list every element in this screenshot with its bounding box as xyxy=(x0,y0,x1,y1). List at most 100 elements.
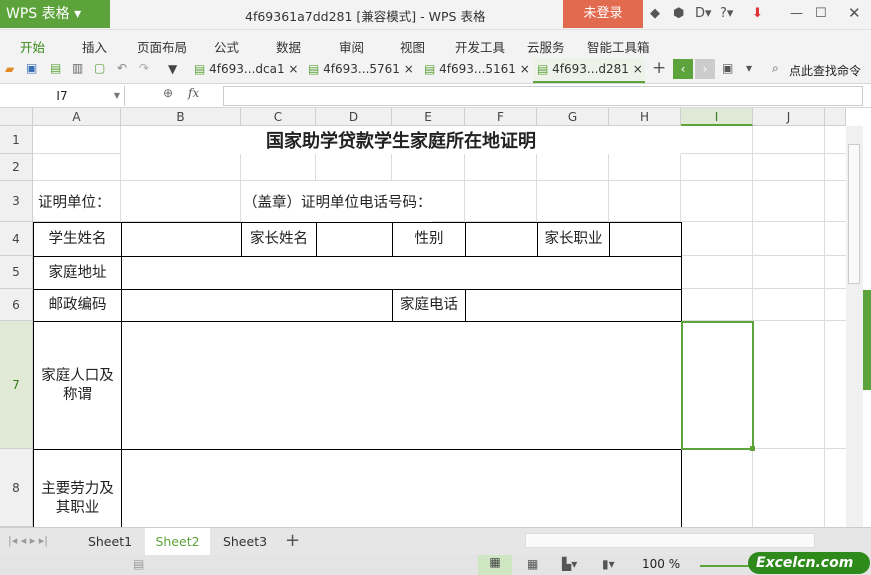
menu-data[interactable]: 数据 xyxy=(276,37,301,56)
col-header-h[interactable]: H xyxy=(609,108,681,126)
cell-home-phone-label[interactable]: 家庭电话 xyxy=(392,289,466,322)
zoom-level[interactable]: 100 % xyxy=(642,557,680,571)
cell-parent-name[interactable] xyxy=(316,222,393,257)
vertical-scrollbar[interactable] xyxy=(846,126,863,527)
download-icon[interactable]: ⬇ xyxy=(752,6,763,21)
row-header-6[interactable]: 6 xyxy=(0,289,33,321)
login-button[interactable]: 未登录 xyxy=(563,0,643,28)
page-layout-icon[interactable]: ▙▾ xyxy=(562,557,577,571)
present-icon[interactable]: ▣ xyxy=(722,61,733,75)
cell-postcode[interactable] xyxy=(121,289,393,322)
menu-cloud[interactable]: 云服务 xyxy=(527,37,565,56)
formula-input[interactable] xyxy=(223,86,863,106)
save-icon[interactable]: ▣ xyxy=(26,61,37,75)
sheet-tab-1[interactable]: Sheet1 xyxy=(80,528,140,555)
cell-parent-name-label[interactable]: 家长姓名 xyxy=(241,222,317,257)
sheet-title[interactable]: 国家助学贷款学生家庭所在地证明 xyxy=(121,126,681,154)
col-header-g[interactable]: G xyxy=(537,108,609,126)
cell-family-label[interactable]: 家庭人口及称谓 xyxy=(33,321,122,450)
doc-tab[interactable]: ▤ 4f693...dca1 × xyxy=(190,58,300,83)
share-icon[interactable]: D▾ xyxy=(695,6,712,21)
col-header-i[interactable]: I xyxy=(681,108,753,126)
doc-tab[interactable]: ▤ 4f693...5761 × xyxy=(304,58,418,83)
cell-gender-label[interactable]: 性别 xyxy=(392,222,466,257)
col-header-b[interactable]: B xyxy=(121,108,241,126)
col-header-f[interactable]: F xyxy=(465,108,537,126)
cell-family[interactable] xyxy=(121,321,682,450)
skin-icon[interactable]: ◆ xyxy=(650,6,660,21)
row-header-1[interactable]: 1 xyxy=(0,126,33,154)
cell-home-phone[interactable] xyxy=(465,289,682,322)
pin-icon[interactable]: ▾ xyxy=(746,61,752,75)
row-header-4[interactable]: 4 xyxy=(0,222,33,256)
row-header-7[interactable]: 7 xyxy=(0,321,33,449)
scroll-thumb[interactable] xyxy=(848,144,860,284)
col-header-a[interactable]: A xyxy=(33,108,121,126)
col-header-e[interactable]: E xyxy=(392,108,465,126)
menu-page-layout[interactable]: 页面布局 xyxy=(137,37,187,56)
zoom-formula-icon[interactable]: ⊕ xyxy=(163,86,173,100)
selected-cell-i7[interactable] xyxy=(681,321,754,450)
horizontal-scrollbar[interactable] xyxy=(525,533,815,548)
cell-a3[interactable]: 证明单位： xyxy=(38,181,111,222)
cell-c3[interactable]: （盖章）证明单位电话号码： xyxy=(243,181,432,222)
cell-parent-job-label[interactable]: 家长职业 xyxy=(537,222,610,257)
add-sheet-icon[interactable]: + xyxy=(285,530,300,551)
cell-gender[interactable] xyxy=(465,222,538,257)
side-panel-toggle[interactable] xyxy=(863,290,871,390)
col-header-c[interactable]: C xyxy=(241,108,316,126)
row-header-2[interactable]: 2 xyxy=(0,154,33,181)
dropdown-icon[interactable]: ▼ xyxy=(168,62,177,76)
print-preview-icon[interactable]: ▢ xyxy=(94,61,105,75)
search-command[interactable]: 点此查找命令 xyxy=(789,62,861,79)
undo-icon[interactable]: ↶ xyxy=(117,61,127,75)
doc-tab-active[interactable]: ▤ 4f693...d281 × xyxy=(533,58,645,83)
settings-icon[interactable]: ⬢ xyxy=(673,6,684,21)
menu-insert[interactable]: 插入 xyxy=(82,37,107,56)
menu-view[interactable]: 视图 xyxy=(400,37,425,56)
new-tab-icon[interactable]: + xyxy=(652,58,666,78)
page-break-view-icon[interactable]: ▦ xyxy=(527,557,538,571)
sheet-nav-icons[interactable]: |◂ ◂ ▸ ▸| xyxy=(8,534,48,547)
cell-postcode-label[interactable]: 邮政编码 xyxy=(33,289,122,322)
doc-tab[interactable]: ▤ 4f693...5161 × xyxy=(420,58,532,83)
normal-view-icon[interactable]: ▦ xyxy=(478,555,512,575)
sheet-tab-3[interactable]: Sheet3 xyxy=(215,528,275,555)
select-all[interactable] xyxy=(0,108,33,126)
row-header-8[interactable]: 8 xyxy=(0,449,33,527)
menu-smart-tools[interactable]: 智能工具箱 xyxy=(587,37,650,56)
cell-student-name[interactable] xyxy=(121,222,242,257)
row-header-3[interactable]: 3 xyxy=(0,181,33,222)
tab-prev-icon[interactable]: ‹ xyxy=(673,59,693,79)
close-icon[interactable]: ✕ xyxy=(848,4,861,22)
cell-parent-job[interactable] xyxy=(609,222,682,257)
cell-student-name-label[interactable]: 学生姓名 xyxy=(33,222,122,257)
search-icon[interactable]: ⌕ xyxy=(772,61,779,76)
doc-tab-label: 4f693...d281 xyxy=(552,62,629,76)
name-box[interactable]: I7 ▼ xyxy=(0,86,125,106)
help-icon[interactable]: ?▾ xyxy=(720,6,733,21)
export-pdf-icon[interactable]: ▤ xyxy=(50,61,61,75)
menu-review[interactable]: 审阅 xyxy=(339,37,364,56)
cell-home-addr-label[interactable]: 家庭地址 xyxy=(33,256,122,290)
row-header-5[interactable]: 5 xyxy=(0,256,33,289)
cell-home-addr[interactable] xyxy=(121,256,682,290)
tab-next-icon[interactable]: › xyxy=(695,59,715,79)
menu-home[interactable]: 开始 xyxy=(20,37,45,56)
open-icon[interactable]: ▰ xyxy=(5,62,14,76)
fx-icon[interactable]: fx xyxy=(188,86,199,100)
maximize-icon[interactable]: ☐ xyxy=(815,6,827,21)
reading-mode-icon[interactable]: ▮▾ xyxy=(602,557,615,571)
col-header-d[interactable]: D xyxy=(316,108,392,126)
col-header-j[interactable]: J xyxy=(753,108,825,126)
menu-formula[interactable]: 公式 xyxy=(214,37,239,56)
fill-handle[interactable] xyxy=(750,446,755,451)
menu-developer[interactable]: 开发工具 xyxy=(455,37,505,56)
wps-menu-button[interactable]: WPS 表格 ▾ xyxy=(0,0,110,28)
chevron-down-icon: ▼ xyxy=(113,91,120,100)
sheet-tab-2-active[interactable]: Sheet2 xyxy=(145,528,210,555)
minimize-icon[interactable]: — xyxy=(790,6,803,21)
redo-icon[interactable]: ↷ xyxy=(139,61,149,75)
col-header-k[interactable] xyxy=(825,108,846,126)
print-icon[interactable]: ▥ xyxy=(72,61,83,75)
